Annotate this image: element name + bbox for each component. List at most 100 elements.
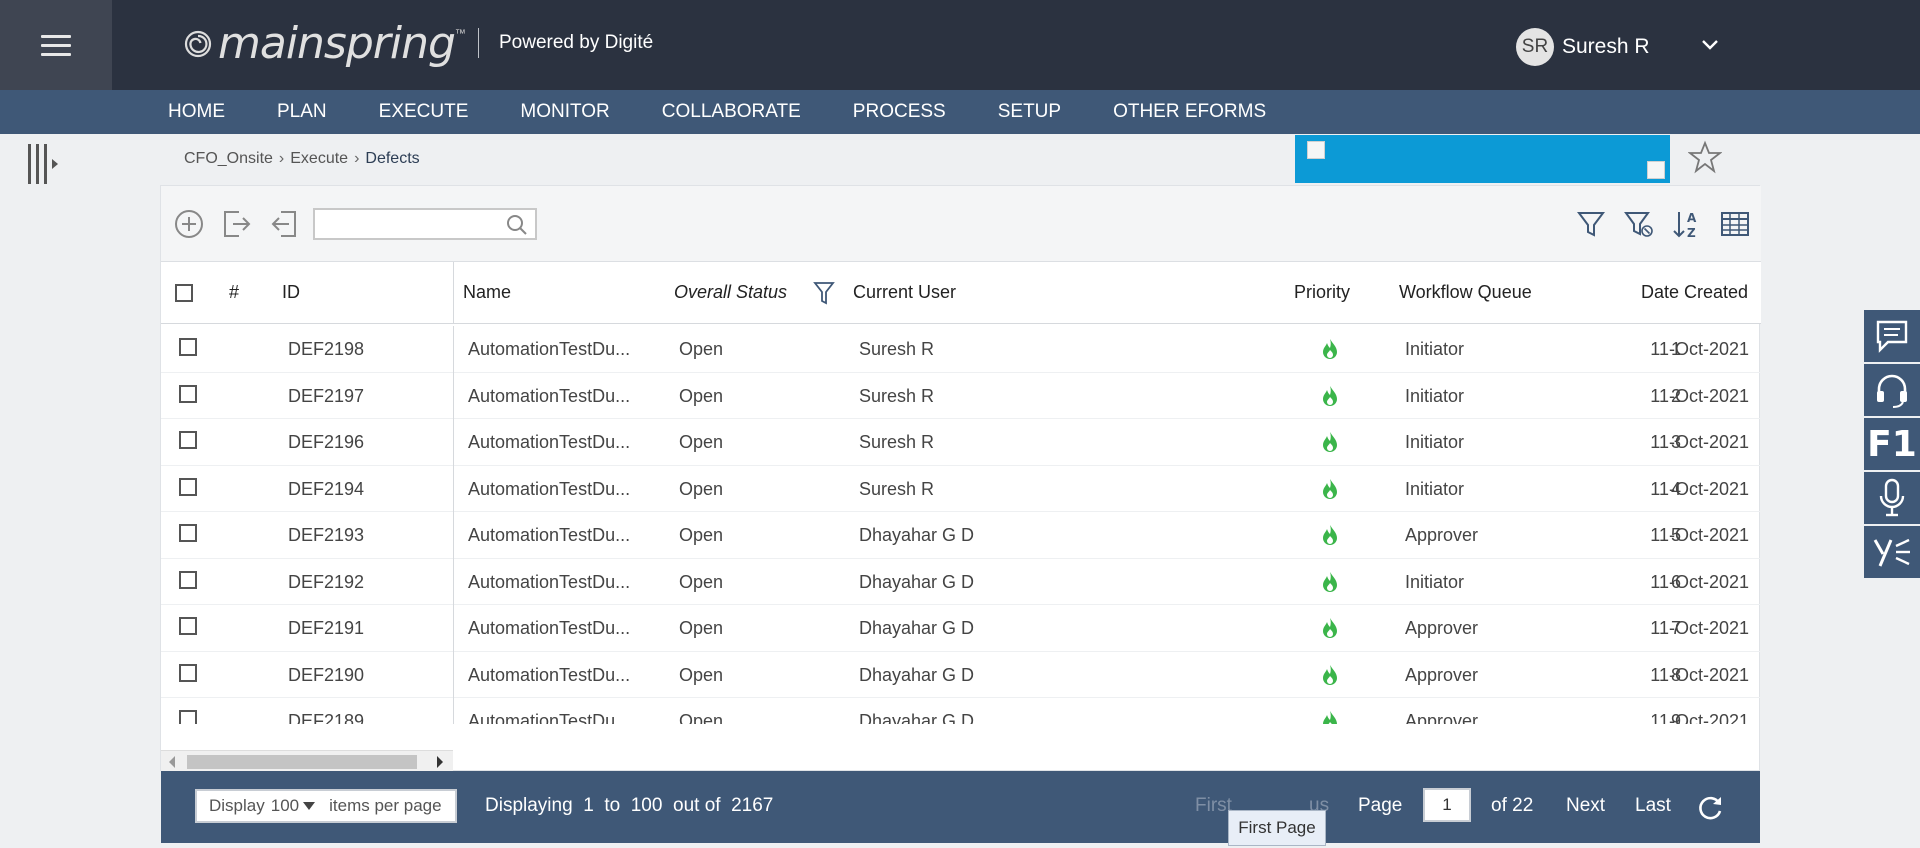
- scroll-left-arrow[interactable]: [169, 756, 175, 768]
- cell-id[interactable]: DEF2196: [288, 432, 364, 453]
- next-page-link[interactable]: Next: [1566, 795, 1605, 817]
- cell-id[interactable]: DEF2198: [288, 339, 364, 360]
- table-body: 1 DEF2198 AutomationTestDu... Open Suresh RI…: [161, 324, 1761, 724]
- nav-collaborate[interactable]: COLLABORATE: [662, 90, 801, 134]
- row-checkbox[interactable]: [179, 338, 197, 356]
- cell-name[interactable]: AutomationTestDu...: [468, 432, 630, 453]
- cell-workflow-queue: Approver: [1405, 711, 1479, 724]
- column-header-date-created[interactable]: Date Created: [1641, 282, 1748, 303]
- column-header-workflow-queue[interactable]: Workflow Queue: [1399, 282, 1532, 303]
- export-icon[interactable]: [221, 208, 253, 240]
- row-checkbox[interactable]: [179, 524, 197, 542]
- clear-filter-icon[interactable]: [1623, 208, 1655, 240]
- chat-button[interactable]: [1864, 310, 1920, 364]
- cell-current-user: Suresh R: [859, 432, 935, 452]
- cell-date-created: 11-Oct-2021: [1650, 525, 1749, 545]
- table-row[interactable]: 1 DEF2198 AutomationTestDu... Open Suresh RI…: [161, 326, 1761, 373]
- star-icon[interactable]: [1688, 140, 1722, 174]
- nav-home[interactable]: HOME: [168, 90, 225, 134]
- sidebar-toggle-icon[interactable]: [26, 142, 60, 186]
- column-header-current-user[interactable]: Current User: [853, 282, 956, 303]
- column-header-priority[interactable]: Priority: [1294, 282, 1350, 303]
- table-row[interactable]: 3 DEF2196 AutomationTestDu... Open Suresh RI…: [161, 419, 1761, 466]
- chevron-down-icon[interactable]: [303, 802, 316, 810]
- nav-plan[interactable]: PLAN: [277, 90, 327, 134]
- column-header-id[interactable]: ID: [282, 282, 300, 303]
- chevron-down-icon[interactable]: [1700, 34, 1720, 54]
- search-icon[interactable]: [505, 213, 529, 237]
- cell-workflow-queue: Approver: [1405, 618, 1479, 638]
- cell-name[interactable]: AutomationTestDu...: [468, 525, 630, 546]
- page-number-input[interactable]: [1423, 788, 1471, 822]
- cell-name[interactable]: AutomationTestDu...: [468, 479, 630, 500]
- search-input[interactable]: [315, 210, 495, 238]
- cell-name[interactable]: AutomationTestDu...: [468, 572, 630, 593]
- user-menu[interactable]: SR Suresh R: [1516, 28, 1650, 66]
- last-page-link[interactable]: Last: [1635, 795, 1671, 817]
- table-row[interactable]: 8 DEF2190 AutomationTestDu... Open Dhayahar …: [161, 651, 1761, 699]
- row-checkbox[interactable]: [179, 617, 197, 635]
- cell-id[interactable]: DEF2197: [288, 386, 364, 407]
- table-row[interactable]: 5 DEF2193 AutomationTestDu... Open Dhayahar …: [161, 512, 1761, 559]
- frozen-column-divider: [453, 605, 454, 652]
- column-filter-icon[interactable]: [813, 280, 835, 306]
- cell-name[interactable]: AutomationTestDu...: [468, 711, 630, 724]
- first-page-link[interactable]: First: [1195, 795, 1232, 817]
- help-f1-button[interactable]: F1: [1864, 418, 1920, 472]
- sort-icon[interactable]: A Z: [1671, 208, 1703, 240]
- filter-icon[interactable]: [1575, 208, 1607, 240]
- table-row[interactable]: 4 DEF2194 AutomationTestDu... Open Suresh RI…: [161, 465, 1761, 513]
- nav-setup[interactable]: SETUP: [998, 90, 1061, 134]
- cell-id[interactable]: DEF2189: [288, 711, 364, 724]
- row-checkbox[interactable]: [179, 431, 197, 449]
- cell-id[interactable]: DEF2190: [288, 665, 364, 686]
- breadcrumb-project[interactable]: CFO_Onsite: [184, 150, 273, 168]
- items-per-page-select[interactable]: 100: [271, 796, 299, 816]
- cell-name[interactable]: AutomationTestDu...: [468, 665, 630, 686]
- table-row[interactable]: 6 DEF2192 AutomationTestDu... Open Dhayahar …: [161, 558, 1761, 606]
- cell-id[interactable]: DEF2193: [288, 525, 364, 546]
- table-row[interactable]: 9 DEF2189 AutomationTestDu... Open Dhayahar …: [161, 698, 1761, 724]
- voice-button[interactable]: [1864, 472, 1920, 526]
- import-icon[interactable]: [269, 208, 301, 240]
- cell-id[interactable]: DEF2191: [288, 618, 364, 639]
- frozen-column-divider: [453, 698, 454, 724]
- add-icon[interactable]: [173, 208, 205, 240]
- main-nav: HOME PLAN EXECUTE MONITOR COLLABORATE PR…: [0, 90, 1920, 134]
- refresh-icon[interactable]: [1695, 793, 1725, 823]
- column-header-overall-status[interactable]: Overall Status: [674, 282, 787, 303]
- cell-name[interactable]: AutomationTestDu...: [468, 618, 630, 639]
- breadcrumb-execute[interactable]: Execute: [290, 150, 348, 168]
- select-all-checkbox[interactable]: [175, 284, 193, 302]
- row-checkbox[interactable]: [179, 384, 197, 403]
- app-logo[interactable]: mainspring ™: [184, 18, 466, 69]
- hamburger-menu-button[interactable]: [0, 0, 112, 90]
- support-button[interactable]: [1864, 364, 1920, 418]
- table-row[interactable]: 2 DEF2197 AutomationTestDu... Open Suresh RI…: [161, 372, 1761, 420]
- scrollbar-thumb[interactable]: [187, 755, 417, 769]
- yammer-button[interactable]: [1864, 526, 1920, 580]
- defects-grid: A Z # ID Name Overall Status Current Use…: [160, 185, 1761, 772]
- table-row[interactable]: 7 DEF2191 AutomationTestDu... Open Dhayahar …: [161, 605, 1761, 652]
- nav-execute[interactable]: EXECUTE: [379, 90, 469, 134]
- row-checkbox[interactable]: [179, 663, 197, 682]
- horizontal-scrollbar[interactable]: [161, 750, 453, 772]
- frozen-column-divider: [453, 558, 454, 606]
- row-checkbox[interactable]: [179, 570, 197, 589]
- cell-name[interactable]: AutomationTestDu...: [468, 386, 630, 407]
- row-checkbox[interactable]: [179, 710, 197, 724]
- breadcrumb-current: Defects: [365, 150, 420, 167]
- row-checkbox[interactable]: [179, 477, 197, 496]
- scroll-right-arrow[interactable]: [437, 756, 443, 768]
- column-header-name[interactable]: Name: [463, 282, 511, 303]
- nav-monitor[interactable]: MONITOR: [520, 90, 609, 134]
- cell-id[interactable]: DEF2192: [288, 572, 364, 593]
- cell-name[interactable]: AutomationTestDu...: [468, 339, 630, 360]
- nav-other-eforms[interactable]: OTHER EFORMS: [1113, 90, 1266, 134]
- nav-process[interactable]: PROCESS: [853, 90, 946, 134]
- cell-current-user: Suresh R: [859, 385, 935, 406]
- cell-id[interactable]: DEF2194: [288, 479, 364, 500]
- column-chooser-icon[interactable]: [1719, 208, 1751, 240]
- frozen-column-divider: [453, 326, 454, 373]
- promo-banner[interactable]: [1295, 135, 1670, 183]
